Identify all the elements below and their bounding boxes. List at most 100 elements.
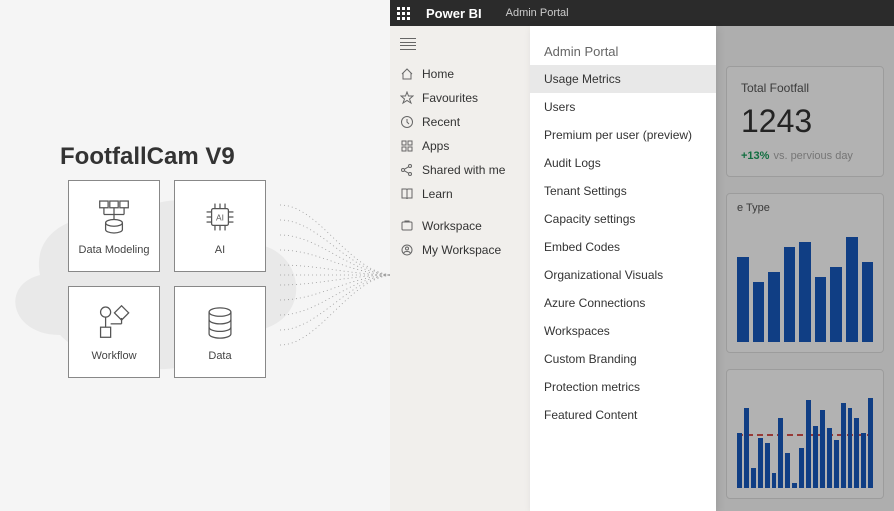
sidebar-item-recent[interactable]: Recent <box>390 110 530 134</box>
tile-label: Data Modeling <box>79 244 150 256</box>
workspace-icon <box>400 219 414 233</box>
sidebar-item-label: Recent <box>422 115 460 129</box>
bar <box>841 403 846 488</box>
bar <box>813 426 818 488</box>
sidebar-item-home[interactable]: Home <box>390 62 530 86</box>
sidebar-item-favourites[interactable]: Favourites <box>390 86 530 110</box>
tile-data[interactable]: Data <box>174 286 266 378</box>
bar <box>744 408 749 488</box>
sidebar-item-apps[interactable]: Apps <box>390 134 530 158</box>
connection-wires <box>280 185 395 365</box>
admin-item[interactable]: Organizational Visuals <box>530 261 716 289</box>
dashboard-area: Total Footfall 1243 +13% vs. pervious day… <box>716 26 894 511</box>
bar <box>862 262 874 342</box>
admin-item[interactable]: Usage Metrics <box>530 65 716 93</box>
tile-ai[interactable]: AI AI <box>174 180 266 272</box>
bar <box>834 440 839 488</box>
tile-workflow[interactable]: Workflow <box>68 286 160 378</box>
admin-item[interactable]: Audit Logs <box>530 149 716 177</box>
home-icon <box>400 67 414 81</box>
admin-item[interactable]: Protection metrics <box>530 373 716 401</box>
chart-title: e Type <box>737 202 770 214</box>
bar <box>820 410 825 488</box>
bar <box>753 282 765 342</box>
bar-chart-2 <box>726 369 884 499</box>
breadcrumb: Admin Portal <box>506 7 569 19</box>
sidebar-item-label: Apps <box>422 139 449 153</box>
total-footfall-card: Total Footfall 1243 +13% vs. pervious day <box>726 66 884 177</box>
bar <box>737 433 742 488</box>
topbar: Power BI Admin Portal <box>390 0 894 26</box>
tile-label: Data <box>208 350 231 362</box>
tile-label: AI <box>215 244 225 256</box>
bar <box>768 272 780 342</box>
tile-data-modeling[interactable]: Data Modeling <box>68 180 160 272</box>
bar-chart-1: e Type <box>726 193 884 353</box>
bar <box>868 398 873 488</box>
admin-item[interactable]: Workspaces <box>530 317 716 345</box>
database-icon <box>199 302 241 344</box>
share-icon <box>400 163 414 177</box>
bar <box>737 257 749 342</box>
book-icon <box>400 187 414 201</box>
bar <box>806 400 811 488</box>
admin-portal-title: Admin Portal <box>530 38 716 65</box>
admin-item[interactable]: Users <box>530 93 716 121</box>
sidebar-item-label: Shared with me <box>422 163 505 177</box>
apps-icon <box>400 139 414 153</box>
tile-label: Workflow <box>91 350 136 362</box>
bar <box>827 428 832 488</box>
bar <box>830 267 842 342</box>
admin-portal-panel: Admin Portal Usage MetricsUsersPremium p… <box>530 26 716 511</box>
product-title: FootfallCam V9 <box>60 143 235 171</box>
workflow-icon <box>93 302 135 344</box>
bar <box>772 473 777 488</box>
sidebar-item-label: Favourites <box>422 91 478 105</box>
bar <box>861 433 866 488</box>
bar <box>799 448 804 488</box>
admin-item[interactable]: Azure Connections <box>530 289 716 317</box>
vs-label: vs. pervious day <box>773 150 852 162</box>
bar <box>799 242 811 342</box>
bar <box>751 468 756 488</box>
admin-item[interactable]: Embed Codes <box>530 233 716 261</box>
bar <box>846 237 858 342</box>
admin-item[interactable]: Custom Branding <box>530 345 716 373</box>
my-workspace-icon <box>400 243 414 257</box>
sidebar-item-label: Home <box>422 67 454 81</box>
card-value: 1243 <box>741 103 869 140</box>
ai-icon: AI <box>199 196 241 238</box>
sidebar-item-label: Workspace <box>422 219 482 233</box>
sidebar-item-shared[interactable]: Shared with me <box>390 158 530 182</box>
bar <box>765 443 770 488</box>
bar <box>848 408 853 488</box>
bar <box>815 277 827 342</box>
admin-item[interactable]: Tenant Settings <box>530 177 716 205</box>
star-icon <box>400 91 414 105</box>
admin-item[interactable]: Capacity settings <box>530 205 716 233</box>
admin-item[interactable]: Featured Content <box>530 401 716 429</box>
hamburger-icon <box>400 38 416 50</box>
menu-toggle[interactable] <box>390 34 530 54</box>
svg-text:AI: AI <box>216 212 224 222</box>
brand-label: Power BI <box>426 6 482 21</box>
admin-item[interactable]: Premium per user (preview) <box>530 121 716 149</box>
data-modeling-icon <box>93 196 135 238</box>
bar <box>758 438 763 488</box>
bar <box>854 418 859 488</box>
sidebar-item-workspace[interactable]: Workspace <box>390 214 530 238</box>
bar <box>785 453 790 488</box>
clock-icon <box>400 115 414 129</box>
percent-change: +13% <box>741 150 769 162</box>
bar <box>792 483 797 488</box>
sidebar-item-label: My Workspace <box>422 243 501 257</box>
sidebar: Home Favourites Recent Apps Shared with … <box>390 26 530 511</box>
app-launcher[interactable] <box>390 0 416 26</box>
card-title: Total Footfall <box>741 81 869 95</box>
waffle-icon <box>397 7 410 20</box>
sidebar-item-learn[interactable]: Learn <box>390 182 530 206</box>
bar <box>778 418 783 488</box>
sidebar-item-my-workspace[interactable]: My Workspace <box>390 238 530 262</box>
bar <box>784 247 796 342</box>
sidebar-item-label: Learn <box>422 187 453 201</box>
